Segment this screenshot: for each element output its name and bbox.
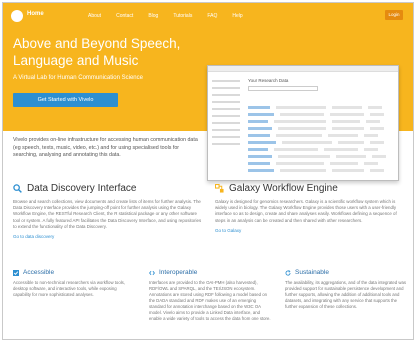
column-sustainable: Sustainable The availability, its aggreg…: [285, 269, 407, 310]
intro-description: Vivelo provides on-line infrastructure f…: [13, 137, 198, 158]
column-text: Accessible to non-technical researchers …: [13, 280, 126, 297]
get-started-button[interactable]: Get Started with Vivelo: [13, 93, 118, 107]
screenshot-sidebar: [212, 80, 240, 176]
code-icon: [149, 270, 155, 275]
login-button[interactable]: Login: [385, 10, 403, 20]
feature-text: Browse and search collections, view docu…: [13, 199, 202, 229]
app-screenshot-image: Your Research Data: [207, 65, 399, 181]
column-accessible: Accessible Accessible to non-technical r…: [13, 269, 135, 298]
top-nav: Home About Contact Blog Tutorials FAQ He…: [3, 3, 413, 29]
galaxy-link[interactable]: Go to Galaxy: [215, 228, 405, 233]
feature-data-discovery: Data Discovery Interface Browse and sear…: [13, 183, 203, 239]
browser-frame: Home About Contact Blog Tutorials FAQ He…: [2, 2, 414, 340]
column-title: Interoperable: [159, 269, 198, 276]
feature-galaxy: Galaxy Workflow Engine Galaxy is designe…: [215, 183, 405, 233]
logo-icon[interactable]: [11, 10, 23, 22]
column-title: Accessible: [23, 269, 55, 276]
feature-text: Galaxy is designed for genomics research…: [215, 199, 397, 223]
column-title: Sustainable: [295, 269, 329, 276]
nav-link-contact[interactable]: Contact: [113, 12, 136, 20]
column-interoperable: Interoperable Interfaces are provided to…: [149, 269, 271, 322]
feature-title: Data Discovery Interface: [27, 183, 137, 194]
nav-link-blog[interactable]: Blog: [145, 12, 161, 20]
data-discovery-link[interactable]: Go to data discovery: [13, 234, 203, 239]
column-text: Interfaces are provided to the OAI-PMH (…: [149, 280, 271, 321]
hero-title: Above and Beyond Speech, Language and Mu…: [13, 36, 181, 68]
hero-subtitle: A Virtual Lab for Human Communication Sc…: [13, 75, 143, 81]
screenshot-toolbar: [208, 66, 398, 72]
screenshot-title: Your Research Data: [248, 78, 289, 83]
workflow-icon: [215, 184, 224, 193]
nav-link-about[interactable]: About: [85, 12, 104, 20]
nav-links: About Contact Blog Tutorials FAQ Help: [85, 12, 246, 20]
column-text: The availability, its aggregations, and …: [285, 280, 407, 309]
screenshot-table: [248, 106, 394, 176]
check-icon: [13, 269, 19, 276]
screenshot-search-box: [248, 86, 318, 91]
magnifier-icon: [13, 184, 22, 193]
nav-link-tutorials[interactable]: Tutorials: [170, 12, 195, 20]
refresh-icon: [285, 269, 291, 276]
nav-link-help[interactable]: Help: [229, 12, 245, 20]
feature-title: Galaxy Workflow Engine: [229, 183, 338, 194]
nav-link-faq[interactable]: FAQ: [204, 12, 220, 20]
brand-link[interactable]: Home: [27, 11, 44, 17]
